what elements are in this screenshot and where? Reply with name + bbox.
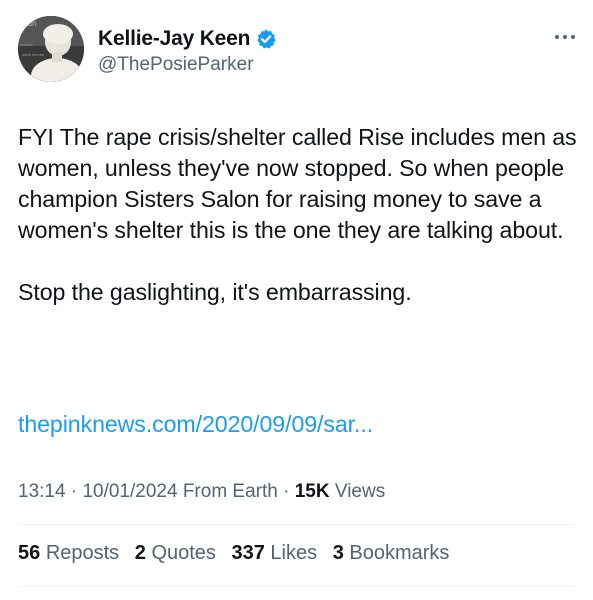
tweet-metadata: 13:14 · 10/01/2024 From Earth · 15K View… (18, 481, 385, 503)
views-count: 15K (294, 481, 330, 502)
divider (18, 586, 575, 587)
quotes-label: Quotes (151, 542, 216, 564)
svg-text:woman: woman (20, 42, 33, 47)
tweet-text: FYI The rape crisis/shelter called Rise … (18, 122, 578, 308)
avatar[interactable]: man woman adult human (18, 16, 84, 82)
bookmarks-label: Bookmarks (349, 542, 450, 564)
tweet-header: man woman adult human Kellie-Jay Keen @T… (18, 16, 578, 86)
tweet-paragraph: FYI The rape crisis/shelter called Rise … (18, 124, 577, 243)
avatar-photo: man woman adult human (18, 16, 84, 82)
display-name-row: Kellie-Jay Keen (98, 26, 277, 52)
tweet-paragraph: Stop the gaslighting, it's embarrassing. (18, 279, 412, 305)
likes-count: 337 (231, 542, 265, 564)
meta-separator: · (70, 481, 78, 502)
quotes-count: 2 (134, 542, 146, 564)
author-names: Kellie-Jay Keen @ThePosieParker (98, 26, 277, 76)
divider (18, 524, 575, 525)
bookmarks-count: 3 (332, 542, 344, 564)
display-name[interactable]: Kellie-Jay Keen (98, 27, 250, 51)
tweet-link[interactable]: thepinknews.com/2020/09/09/sar... (18, 409, 373, 440)
tweet-time[interactable]: 13:14 (18, 481, 66, 502)
likes-stat[interactable]: 337 Likes (231, 542, 317, 564)
meta-separator: · (283, 481, 290, 502)
svg-text:man: man (21, 19, 37, 28)
views-label: Views (334, 481, 386, 502)
likes-label: Likes (270, 542, 318, 564)
reposts-label: Reposts (45, 542, 120, 564)
tweet: man woman adult human Kellie-Jay Keen @T… (0, 0, 593, 600)
reposts-count: 56 (18, 542, 41, 564)
bookmarks-stat[interactable]: 3 Bookmarks (333, 542, 450, 564)
engagement-stats: 56 Reposts 2 Quotes 337 Likes 3 Bookmark… (18, 542, 459, 565)
author-handle[interactable]: @ThePosieParker (98, 54, 277, 76)
quotes-stat[interactable]: 2 Quotes (135, 542, 216, 564)
tweet-date[interactable]: 10/01/2024 (82, 481, 177, 502)
svg-text:adult human: adult human (22, 52, 44, 57)
more-options-icon[interactable] (552, 30, 578, 42)
reposts-stat[interactable]: 56 Reposts (18, 542, 119, 564)
verified-badge-icon (255, 28, 277, 50)
tweet-source: From Earth (182, 481, 278, 502)
